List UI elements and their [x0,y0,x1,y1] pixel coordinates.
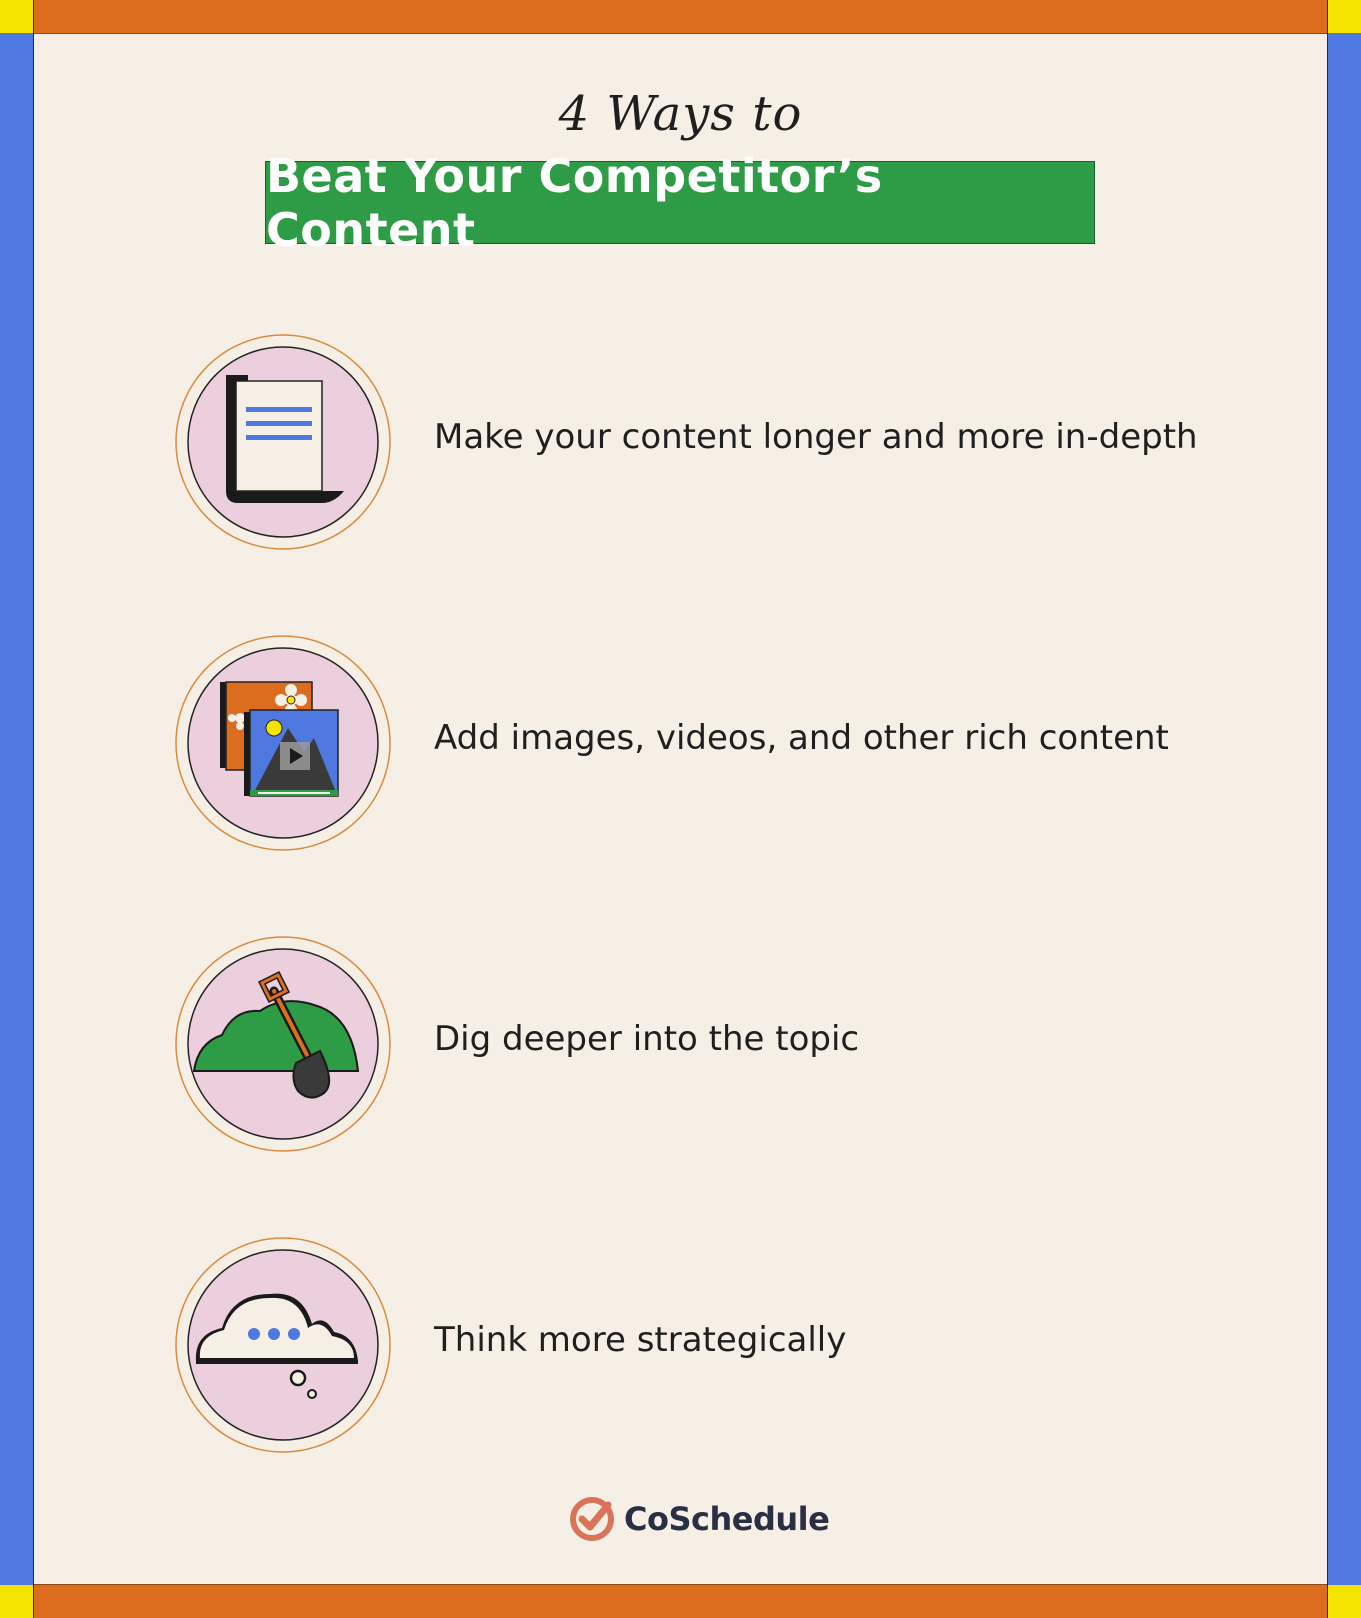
brand-logo: CoSchedule [570,1497,830,1541]
frame-corner [1328,0,1361,33]
item-text: Make your content longer and more in-dep… [434,417,1198,457]
item-text: Think more strategically [434,1320,847,1360]
title-banner: Beat Your Competitor’s Content [265,149,1095,257]
frame-corner [0,0,33,33]
title-banner-text: Beat Your Competitor’s Content [266,148,883,257]
frame-corner [1328,1585,1361,1618]
document-icon [175,334,391,550]
list-item: Dig deeper into the topic [174,935,1284,1155]
frame-bottom-border [0,1584,1361,1618]
coschedule-logo-icon [570,1497,614,1541]
frame-top-border [0,0,1361,34]
frame-corner [0,1585,33,1618]
frame-left-border [0,0,34,1618]
title-line-1: 4 Ways to [558,86,803,142]
list-item: Think more strategically [174,1236,1284,1456]
list-item: Make your content longer and more in-dep… [174,333,1284,553]
list-item: Add images, videos, and other rich conte… [174,634,1284,854]
shovel-icon [175,936,391,1152]
brand-name: CoSchedule [624,1500,830,1538]
item-text: Dig deeper into the topic [434,1019,860,1059]
frame-right-border [1327,0,1361,1618]
thought-cloud-icon [175,1237,391,1453]
media-gallery-icon [175,635,391,851]
item-text: Add images, videos, and other rich conte… [434,718,1169,758]
